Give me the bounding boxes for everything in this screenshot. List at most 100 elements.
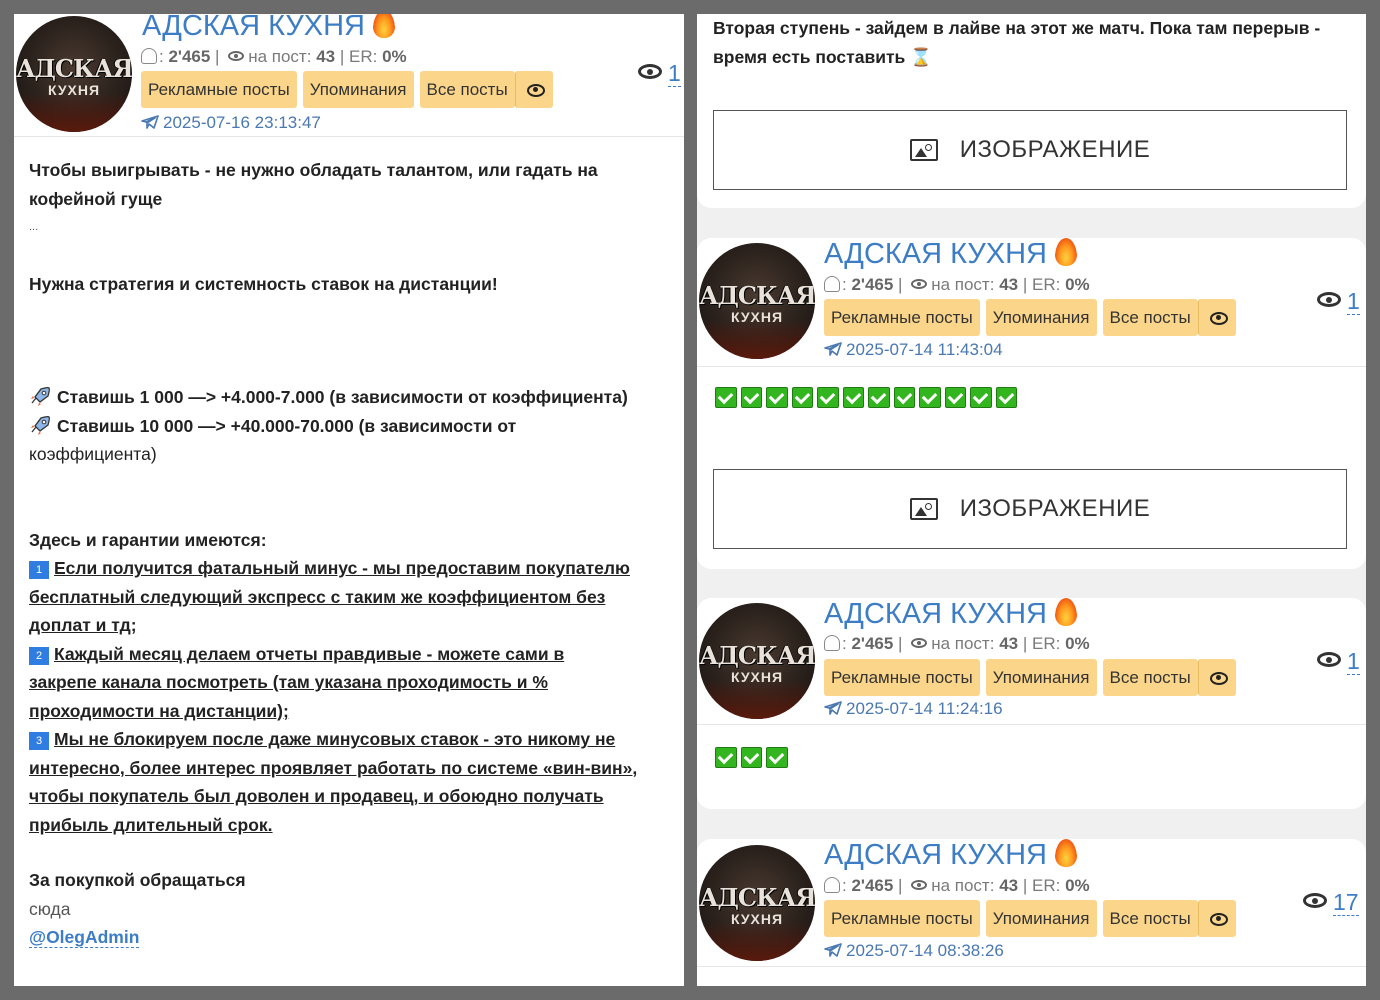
channel-title-text[interactable]: АДСКАЯ КУХНЯ — [824, 598, 1047, 630]
per-post-label: на пост: — [248, 47, 312, 66]
guarantee-3-line[interactable]: интересно, более интерес проявляет работ… — [29, 758, 637, 778]
post-views[interactable]: 1 — [638, 60, 681, 87]
views-eye-icon — [638, 64, 662, 79]
er-label: ER: — [1031, 634, 1061, 653]
views-count[interactable]: 1 — [1347, 648, 1360, 675]
guarantee-3-line[interactable]: Мы не блокируем после даже минусовых ста… — [54, 729, 615, 749]
mentions-button[interactable]: Упоминания — [302, 71, 414, 108]
avatar-text-line1: АДСКАЯ — [699, 281, 815, 310]
mention-link[interactable]: @OlegAdmin — [29, 927, 140, 948]
post-date-text[interactable]: 2025-07-14 11:43:04 — [846, 340, 1003, 359]
fire-icon — [373, 14, 395, 38]
all-posts-button[interactable]: Все посты — [1102, 659, 1198, 696]
image-icon — [909, 139, 938, 161]
post-date[interactable]: 2025-07-16 23:13:47 — [141, 113, 321, 133]
post-body: Вторая ступень - зайдем в лайве на этот … — [713, 14, 1351, 71]
post-date-text[interactable]: 2025-07-14 11:24:16 — [846, 699, 1003, 718]
per-post-value: 43 — [999, 275, 1019, 294]
telegram-plane-icon — [141, 115, 159, 129]
per-post-value: 43 — [316, 47, 336, 66]
guarantee-3-line[interactable]: чтобы покупатель был доволен и продавец,… — [29, 786, 604, 806]
check-icon — [740, 387, 762, 408]
post-views[interactable]: 17 — [1303, 889, 1359, 916]
guarantee-1-line[interactable]: Если получится фатальный минус - мы пред… — [54, 558, 630, 578]
post-card: АДСКАЯ КУХНЯ АДСКАЯ КУХНЯ : 2'465 | на п… — [697, 238, 1366, 569]
mentions-button[interactable]: Упоминания — [985, 299, 1097, 336]
eye-button[interactable] — [514, 71, 553, 108]
guarantee-2-line[interactable]: закрепе канала посмотреть (там указана п… — [29, 672, 548, 692]
views-count[interactable]: 1 — [1347, 288, 1360, 315]
channel-stats: : 2'465 | на пост: 43 | ER: 0% — [824, 633, 1090, 655]
subscribers-icon — [824, 635, 840, 651]
channel-title[interactable]: АДСКАЯ КУХНЯ — [142, 14, 395, 42]
subscribers-count: 2'465 — [851, 876, 894, 895]
all-posts-button[interactable]: Все посты — [1102, 299, 1198, 336]
image-label: ИЗОБРАЖЕНИЕ — [959, 136, 1151, 163]
ads-posts-button[interactable]: Рекламные посты — [141, 71, 297, 108]
channel-avatar[interactable]: АДСКАЯ КУХНЯ — [699, 243, 815, 359]
ads-posts-button[interactable]: Рекламные посты — [824, 299, 980, 336]
image-label: ИЗОБРАЖЕНИЕ — [959, 495, 1151, 522]
image-placeholder[interactable]: ИЗОБРАЖЕНИЕ — [713, 469, 1347, 549]
number-badge-icon: 1 — [29, 561, 49, 579]
guarantee-3-link[interactable]: 3 Мы не блокируем после даже минусовых ст… — [29, 729, 637, 835]
number-badge-icon: 2 — [29, 646, 49, 665]
channel-button-row: Рекламные посты Упоминания Все посты — [141, 71, 553, 108]
channel-avatar[interactable]: АДСКАЯ КУХНЯ — [699, 845, 815, 961]
post-date[interactable]: 2025-07-14 11:24:16 — [824, 699, 1003, 719]
check-row — [715, 387, 1017, 408]
telegram-plane-icon — [824, 701, 842, 715]
ads-posts-button[interactable]: Рекламные посты — [824, 900, 980, 937]
eye-button[interactable] — [1197, 299, 1236, 336]
post-views[interactable]: 1 — [1317, 288, 1360, 315]
per-post-label: на пост: — [931, 634, 995, 653]
check-icon — [766, 747, 788, 768]
guarantee-3-line[interactable]: прибыль длительный срок. — [29, 815, 273, 835]
eye-button[interactable] — [1197, 900, 1236, 937]
views-count[interactable]: 1 — [668, 60, 681, 87]
channel-title-text[interactable]: АДСКАЯ КУХНЯ — [824, 839, 1047, 871]
ads-posts-button[interactable]: Рекламные посты — [824, 659, 980, 696]
er-label: ER: — [1031, 876, 1061, 895]
fire-icon — [1055, 238, 1077, 266]
guarantee-1-link[interactable]: 1 Если получится фатальный минус - мы пре… — [29, 558, 630, 635]
guarantee-2-line[interactable]: проходимости на дистанции); — [29, 701, 289, 721]
channel-title-text[interactable]: АДСКАЯ КУХНЯ — [824, 238, 1047, 270]
all-posts-button[interactable]: Все посты — [419, 71, 515, 108]
post-date-text[interactable]: 2025-07-16 23:13:47 — [163, 113, 321, 132]
channel-title-text[interactable]: АДСКАЯ КУХНЯ — [142, 14, 365, 42]
image-placeholder[interactable]: ИЗОБРАЖЕНИЕ — [713, 110, 1347, 190]
guarantee-2-link[interactable]: 2 Каждый месяц делаем отчеты правдивые - … — [29, 644, 564, 721]
check-icon — [740, 747, 762, 768]
channel-stats: : 2'465 | на пост: 43 | ER: 0% — [141, 46, 407, 68]
channel-button-row: Рекламные посты Упоминания Все посты — [824, 299, 1236, 336]
channel-avatar[interactable]: АДСКАЯ КУХНЯ — [699, 603, 815, 719]
post-line: Чтобы выигрывать - не нужно обладать тал… — [29, 160, 598, 180]
all-posts-button[interactable]: Все посты — [1102, 900, 1198, 937]
guarantee-2-line[interactable]: Каждый месяц делаем отчеты правдивые - м… — [54, 644, 564, 664]
post-line: Нужна стратегия и системность ставок на … — [29, 273, 498, 294]
avatar-fire-decoration — [16, 92, 132, 132]
post-date-text[interactable]: 2025-07-14 08:38:26 — [846, 941, 1004, 960]
er-label: ER: — [348, 47, 378, 66]
guarantee-1-line[interactable]: доплат и тд; — [29, 615, 137, 635]
channel-avatar[interactable]: АДСКАЯ КУХНЯ — [16, 16, 132, 132]
views-count[interactable]: 17 — [1333, 889, 1359, 916]
check-icon — [715, 387, 737, 408]
er-value: 0% — [1065, 634, 1090, 653]
mentions-button[interactable]: Упоминания — [985, 900, 1097, 937]
channel-title[interactable]: АДСКАЯ КУХНЯ — [824, 238, 1077, 270]
bet-1-text: Ставишь 1 000 —> +4.000-7.000 (в зависим… — [57, 387, 628, 407]
rocket-icon — [31, 415, 50, 435]
channel-title[interactable]: АДСКАЯ КУХНЯ — [824, 839, 1077, 871]
post-date[interactable]: 2025-07-14 08:38:26 — [824, 941, 1004, 961]
here-link-text[interactable]: сюда — [29, 895, 669, 924]
guarantee-1-line[interactable]: бесплатный следующий экспресс с таким же… — [29, 587, 605, 607]
channel-title[interactable]: АДСКАЯ КУХНЯ — [824, 598, 1077, 630]
post-views[interactable]: 1 — [1317, 648, 1360, 675]
post-date[interactable]: 2025-07-14 11:43:04 — [824, 340, 1003, 360]
right-feed-panel: Вторая ступень - зайдем в лайве на этот … — [697, 14, 1366, 986]
mentions-button[interactable]: Упоминания — [985, 659, 1097, 696]
eye-button[interactable] — [1197, 659, 1236, 696]
check-icon — [893, 387, 915, 408]
